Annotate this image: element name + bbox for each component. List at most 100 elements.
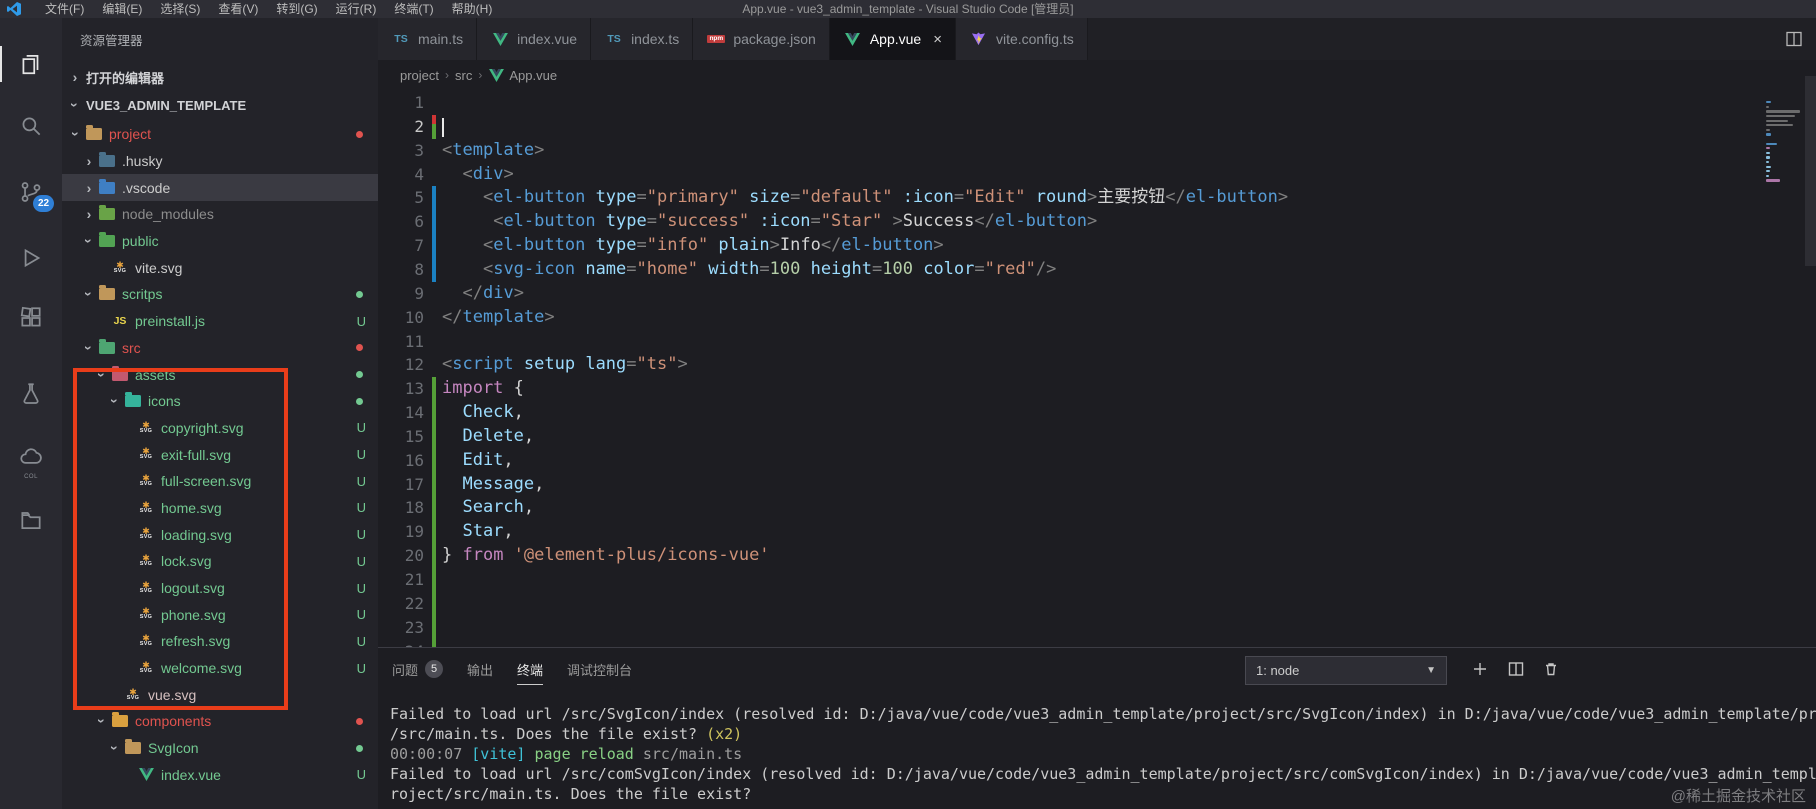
folder-icon <box>97 205 117 221</box>
tree-item-refresh.svg[interactable]: ✱ SVG refresh.svg U <box>62 628 378 655</box>
tree-item-label: assets <box>135 366 176 383</box>
minimap[interactable] <box>1766 92 1802 222</box>
tree-item-project[interactable]: › project <box>62 121 378 148</box>
code-line-24: 24 <box>378 639 1816 647</box>
menu-转到[interactable]: 转到(G) <box>267 0 326 18</box>
gutter-change-bar <box>432 257 436 282</box>
testing-icon[interactable] <box>0 370 62 418</box>
terminal-output[interactable]: Failed to load url /src/SvgIcon/index (r… <box>390 696 1816 809</box>
tree-item-phone.svg[interactable]: ✱ SVG phone.svg U <box>62 601 378 628</box>
tab-index.vue[interactable]: index.vue <box>477 18 592 60</box>
code-line-1: 1 <box>378 91 1816 115</box>
tab-main.ts[interactable]: TS main.ts <box>378 18 478 60</box>
project-folders-icon[interactable] <box>0 496 62 544</box>
tree-item-lock.svg[interactable]: ✱ SVG lock.svg U <box>62 548 378 575</box>
line-number: 15 <box>404 426 424 446</box>
code-editor[interactable]: 1 2 3 <template> 4 <div> 5 <el-button type="p… <box>378 90 1816 647</box>
tree-item-assets[interactable]: › assets <box>62 361 378 388</box>
tree-item-label: logout.svg <box>161 580 225 597</box>
minimap-line <box>1766 115 1795 118</box>
breadcrumb-item-App.vue[interactable]: App.vue <box>509 68 557 83</box>
tree-item-copyright.svg[interactable]: ✱ SVG copyright.svg U <box>62 415 378 442</box>
menu-文件[interactable]: 文件(F) <box>36 0 93 18</box>
menu-帮助[interactable]: 帮助(H) <box>443 0 502 18</box>
breadcrumb-item-project[interactable]: project <box>400 68 439 83</box>
run-debug-icon[interactable] <box>0 234 62 282</box>
panel-tab-调试控制台[interactable]: 调试控制台 <box>567 648 632 690</box>
git-status-dot <box>356 397 363 405</box>
tab-vite.config.ts[interactable]: vite.config.ts <box>955 18 1088 60</box>
text-cursor <box>442 117 444 137</box>
open-editors-section[interactable]: › 打开的编辑器 <box>62 64 378 90</box>
menu-查看[interactable]: 查看(V) <box>209 0 267 18</box>
git-untracked-badge: U <box>356 767 366 783</box>
svg-file-icon: ✱ SVG <box>139 659 153 674</box>
breadcrumb-item-src[interactable]: src <box>455 68 472 83</box>
code-text: } from '@element-plus/icons-vue' <box>442 545 770 566</box>
editor-scrollbar[interactable] <box>1805 76 1816 266</box>
code-text: import { <box>442 378 524 399</box>
tree-item-icons[interactable]: › icons <box>62 388 378 415</box>
cloud-tool-icon[interactable]: COL <box>0 434 62 482</box>
tree-item-welcome.svg[interactable]: ✱ SVG welcome.svg U <box>62 655 378 682</box>
new-terminal-icon[interactable] <box>1468 657 1492 681</box>
panel-tab-问题[interactable]: 问题 5 <box>392 648 444 690</box>
tree-item-.vscode[interactable]: › .vscode <box>62 174 378 202</box>
chevron-right-icon: › <box>72 69 78 85</box>
folder-icon <box>97 338 117 354</box>
tree-item-logout.svg[interactable]: ✱ SVG logout.svg U <box>62 575 378 602</box>
split-editor-icon[interactable] <box>1784 29 1804 54</box>
tree-item-preinstall.js[interactable]: JS preinstall.js U <box>62 308 378 335</box>
npm-file-icon: npm <box>707 34 726 44</box>
tab-index.ts[interactable]: TS index.ts <box>591 18 694 60</box>
problems-count-badge: 5 <box>425 660 444 678</box>
tree-item-scritps[interactable]: › scritps <box>62 281 378 308</box>
tree-item-SvgIcon[interactable]: › SvgIcon <box>62 735 378 762</box>
line-number: 9 <box>414 283 424 303</box>
tree-item-.husky[interactable]: › .husky <box>62 148 378 175</box>
tree-item-loading.svg[interactable]: ✱ SVG loading.svg U <box>62 521 378 548</box>
breadcrumb[interactable]: project › src › App.vue <box>378 60 1816 90</box>
code-line-9: 9 </div> <box>378 282 1816 306</box>
svg-file-icon: ✱ SVG <box>139 419 153 434</box>
tree-item-index.vue[interactable]: index.vue U <box>62 762 378 789</box>
panel-tab-输出[interactable]: 输出 <box>467 648 493 690</box>
tree-item-exit-full.svg[interactable]: ✱ SVG exit-full.svg U <box>62 441 378 468</box>
tree-item-node_modules[interactable]: › node_modules <box>62 201 378 228</box>
tree-item-home.svg[interactable]: ✱ SVG home.svg U <box>62 495 378 522</box>
source-control-icon[interactable]: 22 <box>0 168 62 216</box>
line-number: 11 <box>404 331 424 351</box>
minimap-line <box>1766 105 1770 108</box>
code-line-22: 22 <box>378 591 1816 616</box>
split-terminal-icon[interactable] <box>1504 657 1528 681</box>
kill-terminal-icon[interactable] <box>1539 657 1563 681</box>
tab-App.vue[interactable]: App.vue × <box>829 18 956 60</box>
tree-item-public[interactable]: › public <box>62 228 378 255</box>
code-text: </div> <box>462 282 524 303</box>
tree-item-src[interactable]: › src <box>62 335 378 362</box>
tree-item-full-screen.svg[interactable]: ✱ SVG full-screen.svg U <box>62 468 378 495</box>
workspace-root-section[interactable]: › VUE3_ADMIN_TEMPLATE <box>62 92 378 118</box>
menu-运行[interactable]: 运行(R) <box>327 0 386 18</box>
menu-选择[interactable]: 选择(S) <box>151 0 209 18</box>
git-untracked-badge: U <box>356 500 366 516</box>
line-number: 24 <box>378 640 424 647</box>
menu-终端[interactable]: 终端(T) <box>385 0 442 18</box>
open-editors-label: 打开的编辑器 <box>86 70 165 86</box>
tree-item-vue.svg[interactable]: ✱ SVG vue.svg <box>62 681 378 708</box>
ts-file-icon: TS <box>394 33 408 45</box>
search-icon[interactable] <box>0 102 62 150</box>
close-icon[interactable]: × <box>933 32 942 47</box>
panel-tab-终端[interactable]: 终端 <box>517 648 544 690</box>
minimap-line <box>1766 161 1770 164</box>
explorer-icon[interactable] <box>0 40 62 88</box>
menu-编辑[interactable]: 编辑(E) <box>93 0 151 18</box>
tab-package.json[interactable]: npm package.json <box>693 18 830 60</box>
workspace-root-label: VUE3_ADMIN_TEMPLATE <box>86 97 247 113</box>
git-untracked-badge: U <box>356 607 366 623</box>
terminal-select[interactable]: 1: node ▼ <box>1245 656 1447 685</box>
tree-item-vite.svg[interactable]: ✱ SVG vite.svg <box>62 254 378 281</box>
tree-item-components[interactable]: › components <box>62 708 378 735</box>
tree-item-label: project <box>109 126 152 143</box>
extensions-icon[interactable] <box>0 294 62 342</box>
